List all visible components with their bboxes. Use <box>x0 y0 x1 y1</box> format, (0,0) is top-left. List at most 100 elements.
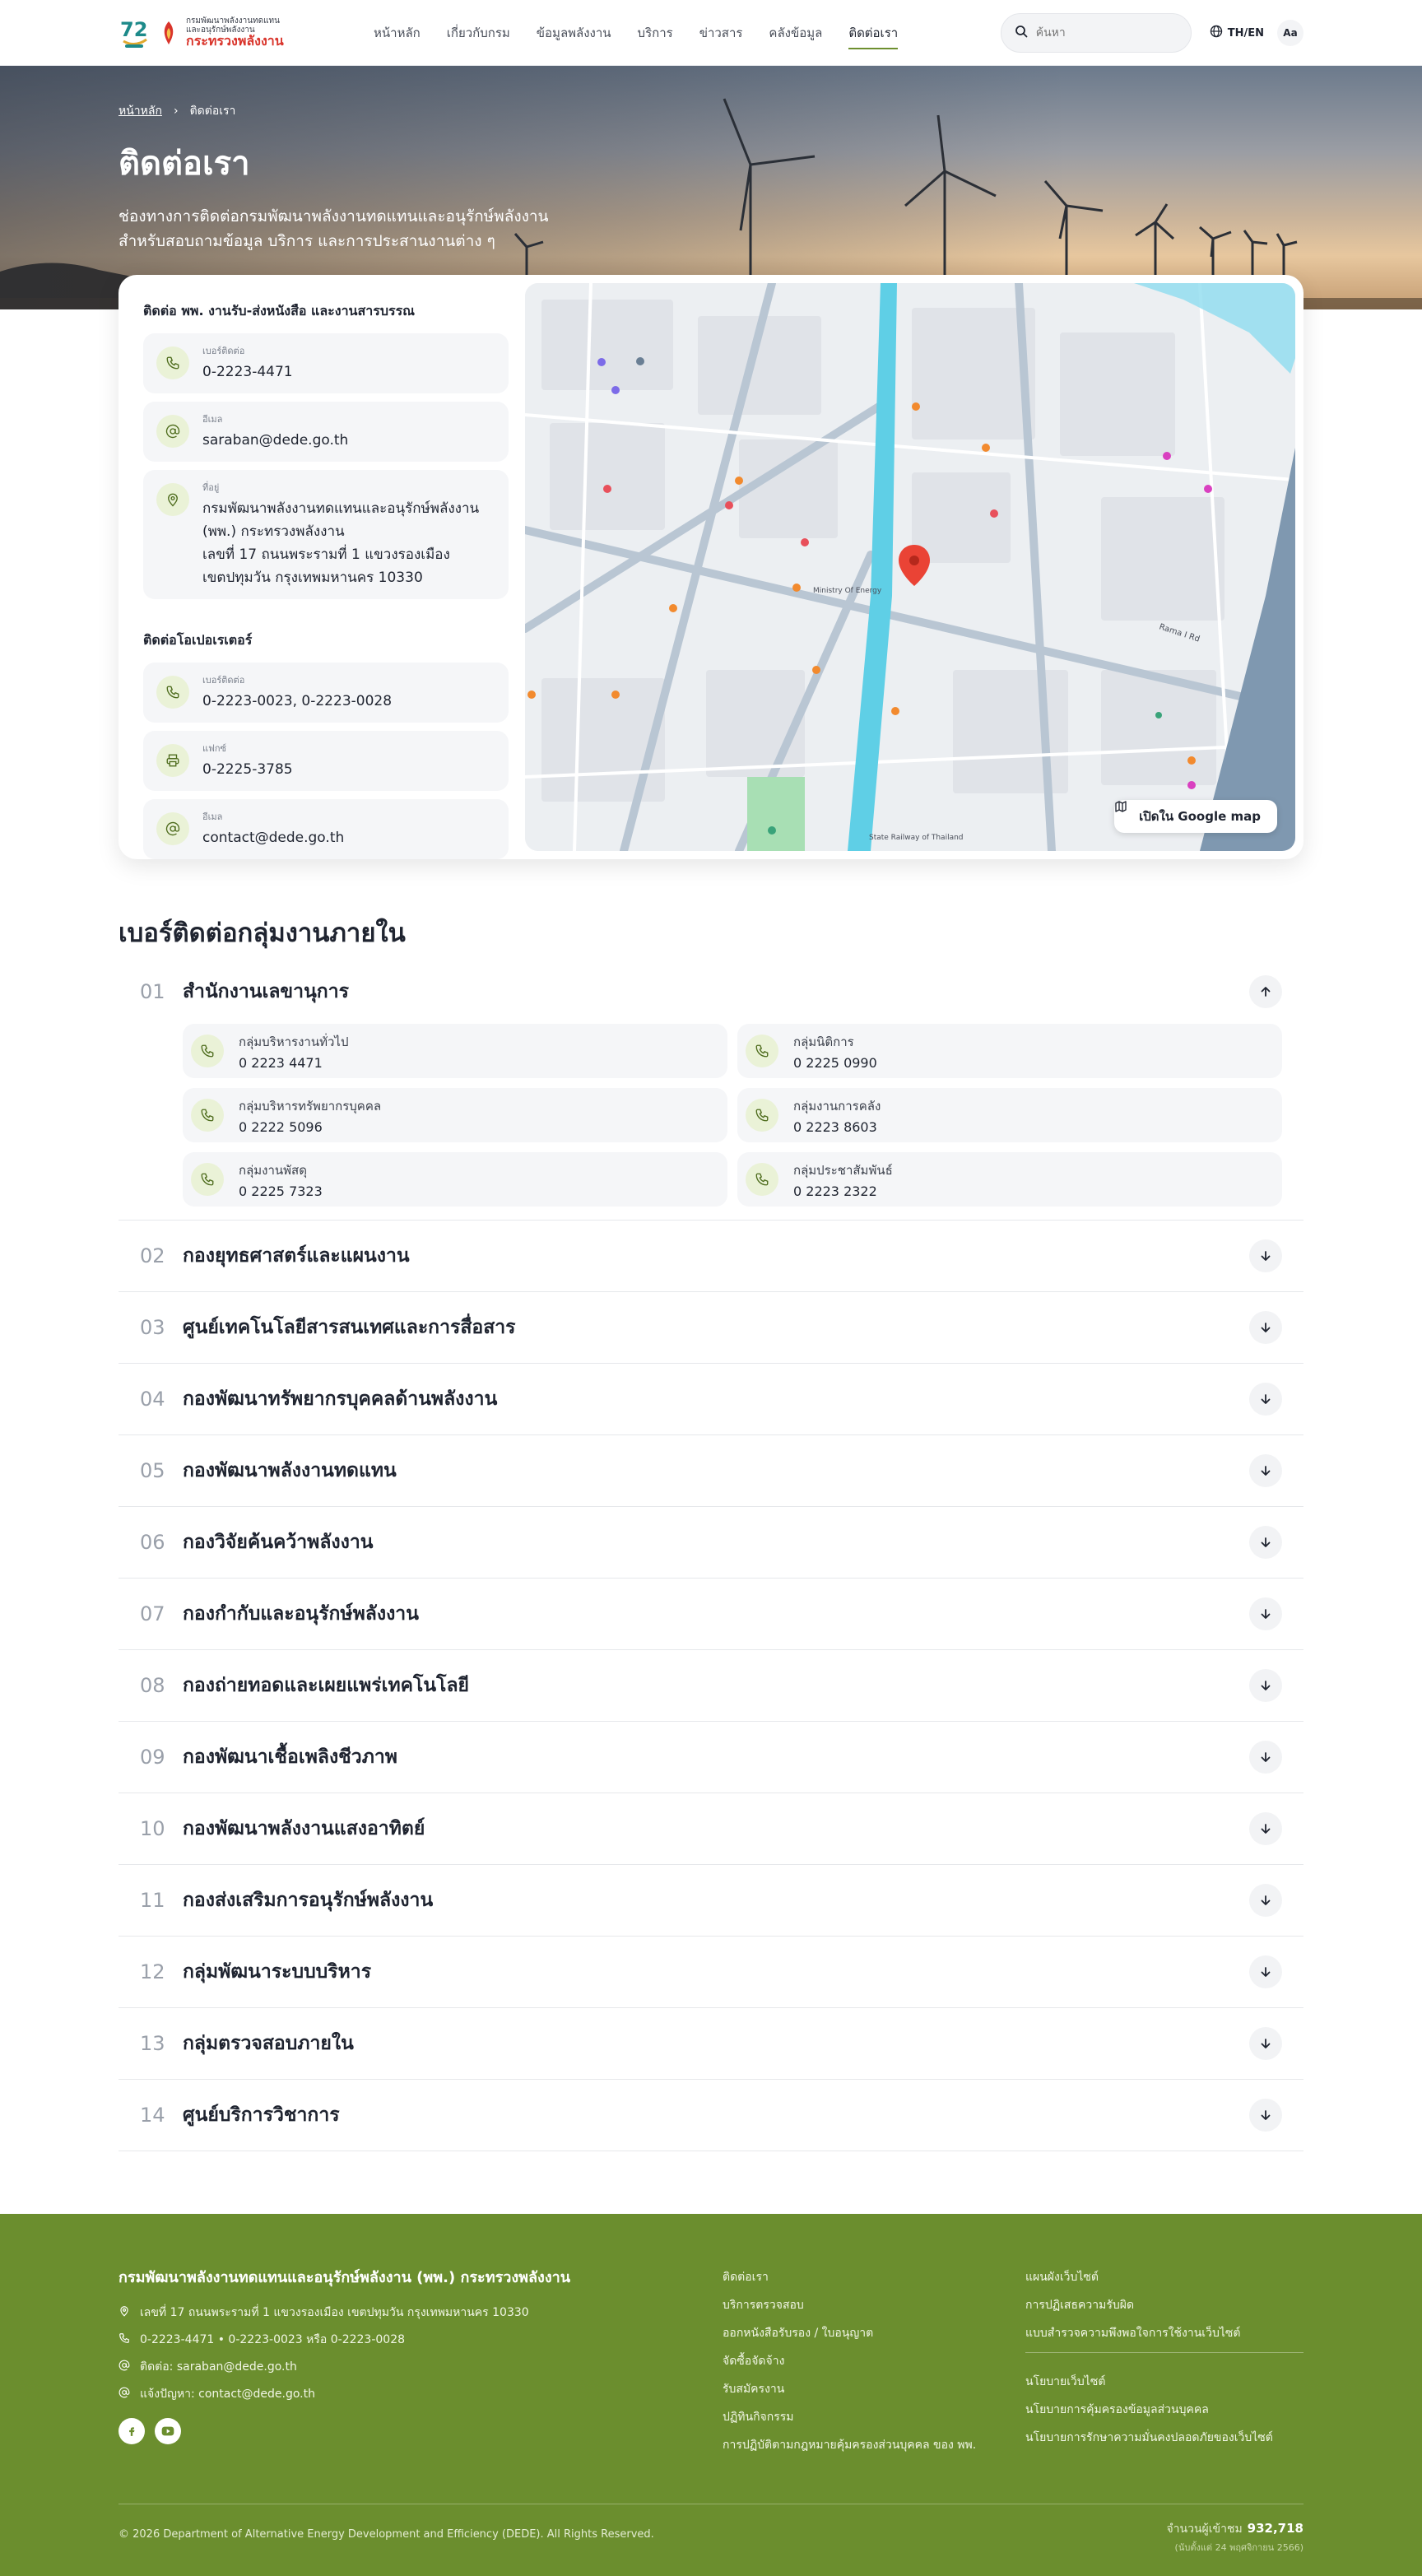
accordion-number: 07 <box>140 1602 165 1625</box>
footer-email-contact[interactable]: ติดต่อ: saraban@dede.go.th <box>140 2358 297 2376</box>
footer-link[interactable]: นโยบายเว็บไซต์ <box>1025 2373 1304 2391</box>
footer-link[interactable]: รับสมัครงาน <box>723 2380 976 2398</box>
search-input[interactable] <box>1035 26 1176 40</box>
arrow-up-icon[interactable] <box>1249 975 1282 1008</box>
arrow-down-icon[interactable] <box>1249 1812 1282 1845</box>
accordion-header[interactable]: 11 กองส่งเสริมการอนุรักษ์พลังงาน <box>118 1865 1304 1936</box>
operator-email-value[interactable]: contact@dede.go.th <box>202 826 344 849</box>
group-phone[interactable]: 0 2222 5096 <box>239 1119 381 1135</box>
footer-link[interactable]: ออกหนังสือรับรอง / ใบอนุญาต <box>723 2324 976 2342</box>
accordion-number: 08 <box>140 1674 165 1697</box>
accordion-header[interactable]: 09 กองพัฒนาเชื้อเพลิงชีวภาพ <box>118 1722 1304 1793</box>
accordion-number: 02 <box>140 1244 165 1267</box>
footer-link[interactable]: นโยบายการคุ้มครองข้อมูลส่วนบุคคล <box>1025 2401 1304 2419</box>
map-label-railway: State Railway of Thailand <box>869 834 964 842</box>
group-phone[interactable]: 0 2223 2322 <box>793 1183 893 1199</box>
accordion-title: กองกำกับและอนุรักษ์พลังงาน <box>183 1603 419 1625</box>
arrow-down-icon[interactable] <box>1249 1454 1282 1487</box>
arrow-down-icon[interactable] <box>1249 1955 1282 1988</box>
saraban-email-row: อีเมล saraban@dede.go.th <box>143 402 509 462</box>
arrow-down-icon[interactable] <box>1249 1311 1282 1344</box>
footer-link[interactable]: การปฏิเสธความรับผิด <box>1025 2296 1304 2314</box>
arrow-down-icon[interactable] <box>1249 1239 1282 1272</box>
group-name: กลุ่มบริหารงานทั่วไป <box>239 1034 349 1049</box>
accordion-header[interactable]: 07 กองกำกับและอนุรักษ์พลังงาน <box>118 1579 1304 1649</box>
nav-item-services[interactable]: บริการ <box>638 0 673 66</box>
departments-title: เบอร์ติดต่อกลุ่มงานภายใน <box>118 918 406 948</box>
accordion-header[interactable]: 03 ศูนย์เทคโนโลยีสารสนเทศและการสื่อสาร <box>118 1292 1304 1363</box>
address-line: (พพ.) กระทรวงพลังงาน <box>202 523 345 540</box>
footer-link[interactable]: บริการตรวจสอบ <box>723 2296 976 2314</box>
open-google-map-button[interactable]: เปิดใน Google map <box>1114 800 1277 833</box>
email-at-icon <box>156 415 189 448</box>
search-icon <box>1015 25 1028 41</box>
footer-link[interactable]: นโยบายการรักษาความมั่นคงปลอดภัยของเว็บไซ… <box>1025 2429 1304 2447</box>
accordion-title: ศูนย์เทคโนโลยีสารสนเทศและการสื่อสาร <box>183 1317 516 1338</box>
arrow-down-icon[interactable] <box>1249 2027 1282 2060</box>
accordion-header[interactable]: 13 กลุ่มตรวจสอบภายใน <box>118 2008 1304 2079</box>
arrow-down-icon[interactable] <box>1249 1383 1282 1416</box>
arrow-down-icon[interactable] <box>1249 1669 1282 1702</box>
facebook-icon[interactable] <box>118 2418 145 2444</box>
footer-link[interactable]: การปฏิบัติตามกฎหมายคุ้มครองส่วนบุคคล ของ… <box>723 2436 976 2454</box>
youtube-icon[interactable] <box>155 2418 181 2444</box>
group-contact-card: กลุ่มงานการคลัง 0 2223 8603 <box>737 1088 1282 1142</box>
accordion-header[interactable]: 12 กลุ่มพัฒนาระบบบริหาร <box>118 1937 1304 2007</box>
footer-link[interactable]: แผนผังเว็บไซต์ <box>1025 2268 1304 2286</box>
accordion-header[interactable]: 10 กองพัฒนาพลังงานแสงอาทิตย์ <box>118 1793 1304 1864</box>
nav-item-data-repository[interactable]: คลังข้อมูล <box>769 0 822 66</box>
page-subtitle: ช่องทางการติดต่อกรมพัฒนาพลังงานทดแทนและอ… <box>118 204 579 253</box>
language-switch[interactable]: TH/EN <box>1210 25 1264 41</box>
arrow-down-icon[interactable] <box>1249 1526 1282 1559</box>
nav-item-news[interactable]: ข่าวสาร <box>699 0 743 66</box>
email-at-icon <box>118 2360 130 2374</box>
accordion-header[interactable]: 01 สำนักงานเลขานุการ <box>118 960 1304 1024</box>
footer-phones[interactable]: 0-2223-4471 • 0-2223-0023 หรือ 0-2223-00… <box>140 2331 405 2349</box>
arrow-down-icon[interactable] <box>1249 2099 1282 2132</box>
accordion-title: กลุ่มพัฒนาระบบบริหาร <box>183 1961 372 1983</box>
phone-icon <box>118 2332 130 2347</box>
accordion-header[interactable]: 06 กองวิจัยค้นคว้าพลังงาน <box>118 1507 1304 1578</box>
accordion-item: 01 สำนักงานเลขานุการ กลุ่มบริหารงานทั่วไ… <box>118 960 1304 1221</box>
accordion-header[interactable]: 05 กองพัฒนาพลังงานทดแทน <box>118 1435 1304 1506</box>
nav-item-contact[interactable]: ติดต่อเรา <box>848 0 898 66</box>
saraban-heading: ติดต่อ พพ. งานรับ-ส่งหนังสือ และงานสารบร… <box>143 303 416 319</box>
arrow-down-icon[interactable] <box>1249 1597 1282 1630</box>
footer-email-report[interactable]: แจ้งปัญหา: contact@dede.go.th <box>140 2385 315 2403</box>
nav-item-energy-data[interactable]: ข้อมูลพลังงาน <box>537 0 611 66</box>
accordion-number: 13 <box>140 2032 165 2055</box>
group-phone[interactable]: 0 2225 0990 <box>793 1055 877 1071</box>
nav-item-home[interactable]: หน้าหลัก <box>374 0 421 66</box>
arrow-down-icon[interactable] <box>1249 1741 1282 1774</box>
footer-link[interactable]: จัดซื้อจัดจ้าง <box>723 2352 976 2370</box>
group-phone[interactable]: 0 2225 7323 <box>239 1183 323 1199</box>
visitor-label: จำนวนผู้เข้าชม <box>1166 2523 1243 2536</box>
accordion-header[interactable]: 08 กองถ่ายทอดและเผยแพร่เทคโนโลยี <box>118 1650 1304 1721</box>
font-size-button[interactable]: Aa <box>1277 20 1304 46</box>
group-phone[interactable]: 0 2223 8603 <box>793 1119 881 1135</box>
accordion-header[interactable]: 02 กองยุทธศาสตร์และแผนงาน <box>118 1221 1304 1291</box>
operator-phone-row: เบอร์ติดต่อ 0-2223-0023, 0-2223-0028 <box>143 663 509 723</box>
accordion-title: กองพัฒนาทรัพยากรบุคคลด้านพลังงาน <box>183 1388 498 1410</box>
accordion-number: 09 <box>140 1746 165 1769</box>
footer-link[interactable]: แบบสำรวจความพึงพอใจการใช้งานเว็บไซต์ <box>1025 2324 1304 2342</box>
arrow-down-icon[interactable] <box>1249 1884 1282 1917</box>
accordion-item: 07 กองกำกับและอนุรักษ์พลังงาน <box>118 1579 1304 1650</box>
accordion-header[interactable]: 04 กองพัฒนาทรัพยากรบุคคลด้านพลังงาน <box>118 1364 1304 1434</box>
accordion-header[interactable]: 14 ศูนย์บริการวิชาการ <box>118 2080 1304 2151</box>
language-label: TH/EN <box>1227 26 1264 40</box>
accordion-item: 12 กลุ่มพัฒนาระบบบริหาร <box>118 1937 1304 2008</box>
accordion-number: 06 <box>140 1531 165 1554</box>
footer-link[interactable]: ปฏิทินกิจกรรม <box>723 2408 976 2426</box>
location-map[interactable]: Ministry Of Energy State Railway of Thai… <box>525 283 1295 851</box>
operator-phone-value[interactable]: 0-2223-0023, 0-2223-0028 <box>202 690 392 713</box>
saraban-address-row: ที่อยู่ กรมพัฒนาพลังงานทดแทนและอนุรักษ์พ… <box>143 470 509 599</box>
saraban-email-value[interactable]: saraban@dede.go.th <box>202 429 348 452</box>
breadcrumb-home-link[interactable]: หน้าหลัก <box>118 102 162 120</box>
site-logo[interactable]: 72 กรมพัฒนาพลังงานทดแทน และอนุรักษ์พลังง… <box>118 15 374 51</box>
phone-icon <box>191 1163 224 1196</box>
nav-item-about[interactable]: เกี่ยวกับกรม <box>447 0 510 66</box>
saraban-phone-value[interactable]: 0-2223-4471 <box>202 360 293 384</box>
group-phone[interactable]: 0 2223 4471 <box>239 1055 348 1071</box>
footer-link[interactable]: ติดต่อเรา <box>723 2268 976 2286</box>
